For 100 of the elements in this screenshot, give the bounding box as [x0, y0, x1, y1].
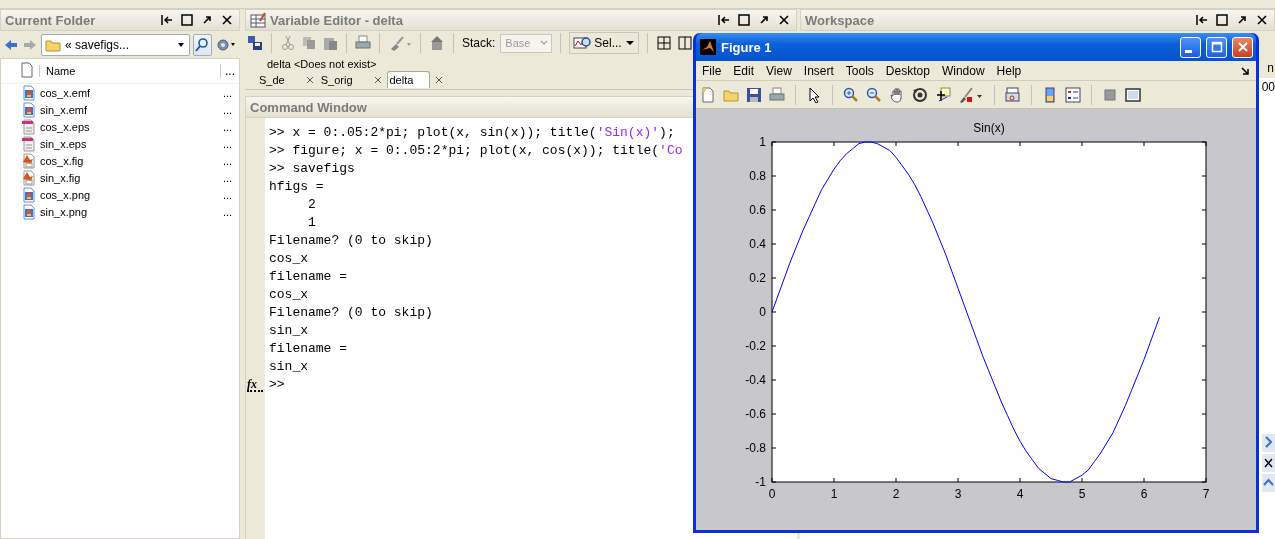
path-field[interactable]: « savefigs...: [41, 33, 190, 56]
plot-magnifier-icon: [573, 35, 592, 51]
undock-icon[interactable]: [1194, 12, 1210, 28]
file-name[interactable]: sin_x.fig: [40, 171, 220, 184]
chevron-up-icon[interactable]: [1262, 474, 1275, 492]
panel-title: Command Window: [250, 99, 367, 115]
file-name[interactable]: sin_x.eps: [40, 137, 220, 150]
command-line: >> savefigs: [269, 160, 355, 178]
tick-label: -0.8: [745, 441, 766, 455]
pointer-icon[interactable]: [806, 86, 822, 103]
maximize-icon[interactable]: [179, 12, 195, 28]
more-column: ...: [223, 137, 235, 150]
file-icon: [21, 169, 37, 186]
paste-icon[interactable]: [322, 35, 338, 51]
plot-select-button[interactable]: Sel...: [569, 32, 639, 54]
file-icon: [21, 152, 37, 169]
close-icon: [1236, 41, 1249, 53]
search-button[interactable]: [192, 33, 212, 56]
data-cursor-icon[interactable]: [935, 86, 951, 103]
maximize-button[interactable]: [1206, 36, 1227, 58]
window-icon[interactable]: [1125, 86, 1141, 103]
output-line: cos_x: [269, 286, 308, 304]
more-column: ...: [223, 86, 235, 99]
file-name[interactable]: cos_x.fig: [40, 154, 220, 167]
output-value: 1: [308, 214, 316, 232]
minimize-icon: [1185, 49, 1192, 53]
save-icon[interactable]: [746, 86, 762, 103]
undock-icon[interactable]: [159, 12, 175, 28]
matlab-logo-icon: [700, 39, 716, 55]
menu-item[interactable]: File: [702, 63, 729, 78]
file-name[interactable]: cos_x.eps: [40, 120, 220, 133]
column-header[interactable]: ...: [220, 64, 235, 78]
columns-layout-icon[interactable]: [676, 35, 693, 51]
panel-title: Workspace: [805, 12, 875, 28]
file-icon: [21, 118, 37, 135]
file-icon: [21, 101, 37, 118]
maximize-icon[interactable]: [1214, 12, 1230, 28]
close-button[interactable]: [1232, 36, 1253, 58]
column-header[interactable]: n: [1267, 61, 1274, 75]
maximize-icon[interactable]: [736, 12, 752, 28]
zoom-out-icon[interactable]: [866, 86, 882, 103]
close-icon[interactable]: [1262, 454, 1275, 472]
command-line: >> x = 0:.05:2*pi; plot(x, sin(x)); title('Sin(x)');: [269, 124, 675, 142]
print-icon[interactable]: [769, 86, 785, 103]
file-name[interactable]: sin_x.emf: [40, 103, 220, 116]
output-value: 2: [308, 196, 316, 214]
minimize-button[interactable]: [1180, 36, 1201, 58]
file-icon: [21, 186, 37, 203]
variable-tab[interactable]: S_de: [257, 71, 301, 88]
output-line: Filename? (0 to skip): [269, 304, 433, 322]
settings-icon[interactable]: [215, 36, 237, 53]
menu-item[interactable]: Help: [996, 63, 1029, 78]
linked-plot-icon[interactable]: [1005, 86, 1021, 103]
tick-label: 0: [768, 487, 776, 501]
file-name[interactable]: sin_x.png: [40, 205, 220, 218]
command-prompt[interactable]: >>: [269, 376, 285, 394]
variable-tab[interactable]: delta: [386, 71, 431, 88]
output-line: sin_x: [269, 322, 308, 340]
dock-arrow-icon[interactable]: [1240, 65, 1250, 76]
page-icon: [19, 62, 35, 80]
menu-item[interactable]: Window: [941, 63, 992, 78]
maximize-icon: [1210, 41, 1223, 53]
tick-label: 7: [1202, 487, 1210, 501]
output-line: filename =: [269, 268, 347, 286]
file-name[interactable]: cos_x.png: [40, 188, 220, 201]
undock-icon[interactable]: [716, 12, 732, 28]
chevron-right-icon[interactable]: [1262, 434, 1275, 452]
legend-icon[interactable]: [1065, 86, 1081, 103]
more-column: ...: [223, 154, 235, 167]
command-line: >> figure; x = 0:.05:2*pi; plot(x, cos(x)); title('Co: [269, 142, 683, 160]
square-icon[interactable]: [1102, 86, 1118, 103]
save-variable-icon[interactable]: [247, 35, 263, 51]
chart-title: Sin(x): [973, 121, 1005, 135]
panel-title: Current Folder: [5, 12, 96, 28]
column-header[interactable]: Name: [39, 65, 216, 77]
menu-item[interactable]: Edit: [733, 63, 762, 78]
menu-item[interactable]: Insert: [803, 63, 841, 78]
table-cell: 00: [1261, 80, 1275, 94]
window-title: Figure 1: [721, 39, 773, 55]
tick-label: 0.8: [749, 169, 766, 183]
tick-label: 1: [759, 135, 766, 149]
more-column: ...: [223, 103, 235, 116]
search-icon: [194, 36, 211, 53]
zoom-in-icon[interactable]: [843, 86, 859, 103]
tick-label: -0.6: [745, 407, 766, 421]
tile-layout-icon[interactable]: [655, 35, 672, 51]
colorbar-icon[interactable]: [1042, 86, 1058, 103]
tick-label: 2: [892, 487, 900, 501]
more-column: ...: [223, 171, 235, 184]
brush-icon[interactable]: [958, 86, 984, 103]
menu-item[interactable]: Tools: [845, 63, 881, 78]
menu-item[interactable]: View: [766, 63, 799, 78]
tick-label: 4: [1016, 487, 1024, 501]
output-line: sin_x: [269, 358, 308, 376]
variable-tab[interactable]: S_orig: [318, 71, 369, 88]
menu-item[interactable]: Desktop: [885, 63, 937, 78]
file-name[interactable]: cos_x.emf: [40, 86, 220, 99]
variable-status: delta <Does not exist>: [266, 57, 378, 70]
print-icon[interactable]: [355, 35, 371, 51]
tick-label: -0.2: [745, 339, 766, 353]
